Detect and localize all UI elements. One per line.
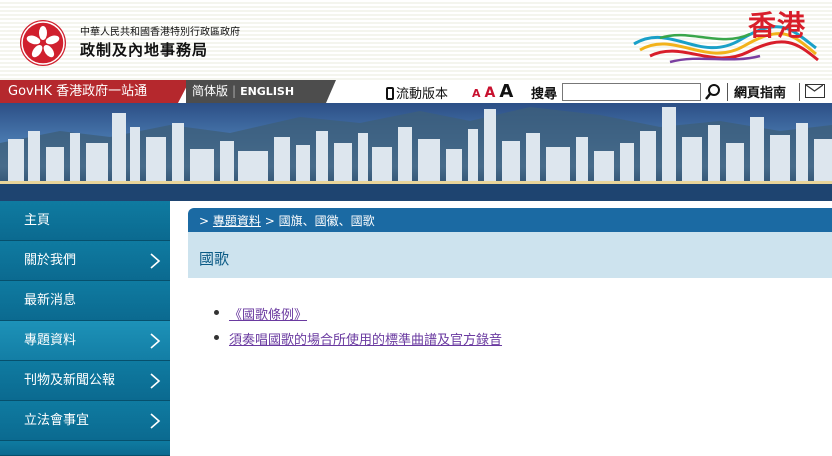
anthem-score-recording-link[interactable]: 須奏唱國歌的場合所使用的標準曲譜及官方錄音 [229,333,502,348]
sidebar-item-about-us[interactable]: 關於我們 [0,241,170,281]
list-item: 須奏唱國歌的場合所使用的標準曲譜及官方錄音 [213,329,502,348]
brand-hong-kong-text: 香港 [747,9,806,42]
breadcrumb: > 專題資料 > 國旗、國徽、國歌 [199,212,375,229]
simplified-chinese-link[interactable]: 简体版 [192,84,228,98]
language-bar: 简体版 | ENGLISH [186,80,336,103]
sidebar-item-label: 最新消息 [24,293,77,308]
site-guide-link[interactable]: 網頁指南 [734,82,786,101]
sidebar-item-label: 刊物及新聞公報 [24,373,116,388]
chevron-right-icon [150,373,161,389]
sidebar-nav: 主頁 關於我們 最新消息 專題資料 刊物及新聞公報 立法會事宜 [0,201,170,456]
english-link[interactable]: ENGLISH [240,85,294,98]
mobile-version-label: 流動版本 [396,87,449,102]
font-size-controls: AAA [472,81,517,102]
breadcrumb-current: > 國旗、國徽、國歌 [264,214,375,228]
anthem-ordinance-link[interactable]: 《國歌條例》 [229,308,307,323]
search-icon[interactable] [703,81,723,103]
page-title: 國歌 [199,250,230,268]
font-size-small-button[interactable]: A [472,87,481,100]
hong-kong-skyline-banner [0,103,832,201]
nav-divider [799,83,800,101]
search-input[interactable] [562,83,701,101]
sidebar-item-publications[interactable]: 刊物及新聞公報 [0,361,170,401]
title-bar [188,232,832,278]
mail-icon[interactable] [805,84,825,98]
sidebar-item-label: 關於我們 [24,253,77,268]
govhk-link[interactable]: GovHK 香港政府一站通 [0,80,190,103]
breadcrumb-prefix: > [199,214,210,228]
content-links: 《國歌條例》 須奏唱國歌的場合所使用的標準曲譜及官方錄音 [213,304,502,354]
font-size-large-button[interactable]: A [499,81,513,102]
site-header: 中華人民共和國香港特別行政區政府 政制及內地事務局 香港 [0,0,832,80]
sidebar-item-label: 專題資料 [24,333,77,348]
breadcrumb-link-topics[interactable]: 專題資料 [213,214,261,228]
chevron-right-icon [150,413,161,429]
sidebar-item-topics[interactable]: 專題資料 [0,321,170,361]
chevron-right-icon [150,333,161,349]
language-separator: | [232,84,237,98]
mobile-phone-icon [386,87,394,100]
bureau-name[interactable]: 政制及內地事務局 [80,39,208,60]
skyline-image [0,107,832,201]
sidebar-item-label: 主頁 [24,213,51,228]
sidebar-item-legco[interactable]: 立法會事宜 [0,401,170,441]
government-name: 中華人民共和國香港特別行政區政府 [80,27,240,38]
mobile-version-link[interactable]: 流動版本 [386,83,448,102]
chevron-right-icon [150,253,161,269]
sidebar-item-label: 立法會事宜 [24,413,90,428]
search-label: 搜尋 [531,87,558,102]
sidebar-item-home[interactable]: 主頁 [0,201,170,241]
nav-divider [727,83,728,101]
sidebar-item-latest-news[interactable]: 最新消息 [0,281,170,321]
font-size-medium-button[interactable]: A [485,85,496,101]
list-item: 《國歌條例》 [213,304,502,323]
brand-hong-kong-logo: 香港 [630,4,820,70]
sidebar-item-next[interactable] [0,441,170,456]
hksar-emblem-icon[interactable] [20,20,66,66]
